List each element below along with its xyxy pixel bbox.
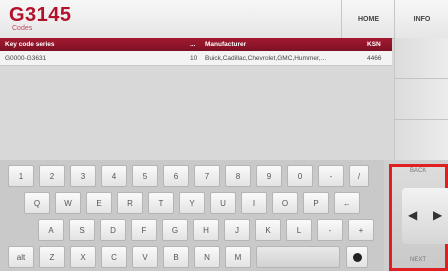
key-i[interactable]: I (241, 192, 267, 214)
key-d[interactable]: D (100, 219, 126, 241)
key-/[interactable]: / (349, 165, 369, 187)
cell-count: 10 (190, 54, 198, 62)
key-5[interactable]: 5 (132, 165, 158, 187)
key-6[interactable]: 6 (163, 165, 189, 187)
key-z[interactable]: Z (39, 246, 65, 268)
table-header: Key code series ... Manufacturer KSN (0, 38, 392, 51)
key-w[interactable]: W (55, 192, 81, 214)
side-panel-divider (395, 78, 448, 79)
info-button[interactable]: INFO (394, 0, 448, 38)
key-x[interactable]: X (70, 246, 96, 268)
screen: G3145 Codes HOME INFO Key code series ..… (0, 0, 448, 271)
key--[interactable]: - (317, 219, 343, 241)
column-header-ksn[interactable]: KSN (367, 38, 391, 51)
key-backspace[interactable]: ← (334, 192, 360, 214)
clear-icon (352, 252, 362, 262)
key-1[interactable]: 1 (8, 165, 34, 187)
key-a[interactable]: A (38, 219, 64, 241)
space-key[interactable] (256, 246, 340, 268)
cell-key-code-series: G0000-G3631 (5, 54, 47, 62)
key--[interactable]: - (318, 165, 344, 187)
column-header-manufacturer[interactable]: Manufacturer (205, 38, 361, 51)
key-4[interactable]: 4 (101, 165, 127, 187)
table-row[interactable]: G0000-G3631 10 Buick,Cadillac,Chevrolet,… (0, 51, 392, 66)
key-0[interactable]: 0 (287, 165, 313, 187)
key-k[interactable]: K (255, 219, 281, 241)
header-bar: G3145 Codes HOME INFO (0, 0, 448, 39)
key-q[interactable]: Q (24, 192, 50, 214)
key-p[interactable]: P (303, 192, 329, 214)
key-c[interactable]: C (101, 246, 127, 268)
key-t[interactable]: T (148, 192, 174, 214)
key-u[interactable]: U (210, 192, 236, 214)
key-m[interactable]: M (225, 246, 251, 268)
key-o[interactable]: O (272, 192, 298, 214)
column-header-count[interactable]: ... (190, 38, 202, 51)
key-2[interactable]: 2 (39, 165, 65, 187)
results-table: Key code series ... Manufacturer KSN G00… (0, 38, 392, 66)
side-panel-divider (395, 119, 448, 120)
key-9[interactable]: 9 (256, 165, 282, 187)
on-screen-keyboard: 1 2 3 4 5 6 7 8 9 0- / Q W E R T Y U I O P ← A S D F G H J K L - + alt Z X C… (0, 160, 392, 271)
home-button[interactable]: HOME (341, 0, 395, 38)
next-arrow-icon[interactable]: ▶ (433, 208, 442, 222)
key-s[interactable]: S (69, 219, 95, 241)
next-label[interactable]: NEXT (410, 257, 426, 263)
key-alt[interactable]: alt (8, 246, 34, 268)
key-e[interactable]: E (86, 192, 112, 214)
key-7[interactable]: 7 (194, 165, 220, 187)
back-label[interactable]: BACK (410, 168, 426, 174)
key-r[interactable]: R (117, 192, 143, 214)
key-l[interactable]: L (286, 219, 312, 241)
key-j[interactable]: J (224, 219, 250, 241)
side-panel (394, 38, 448, 160)
page-subtitle: Codes (12, 25, 33, 32)
key-3[interactable]: 3 (70, 165, 96, 187)
cell-ksn: 4466 (367, 54, 382, 62)
page-title: G3145 (9, 4, 72, 26)
key-v[interactable]: V (132, 246, 158, 268)
key-f[interactable]: F (131, 219, 157, 241)
column-header-key-code-series[interactable]: Key code series (5, 38, 185, 51)
key-b[interactable]: B (163, 246, 189, 268)
key-y[interactable]: Y (179, 192, 205, 214)
key-+[interactable]: + (348, 219, 374, 241)
clear-key[interactable] (346, 246, 368, 268)
key-8[interactable]: 8 (225, 165, 251, 187)
key-h[interactable]: H (193, 219, 219, 241)
cell-manufacturer: Buick,Cadillac,Chevrolet,GMC,Hummer,... (205, 54, 327, 62)
key-g[interactable]: G (162, 219, 188, 241)
key-n[interactable]: N (194, 246, 220, 268)
previous-arrow-icon[interactable]: ◀ (408, 208, 417, 222)
